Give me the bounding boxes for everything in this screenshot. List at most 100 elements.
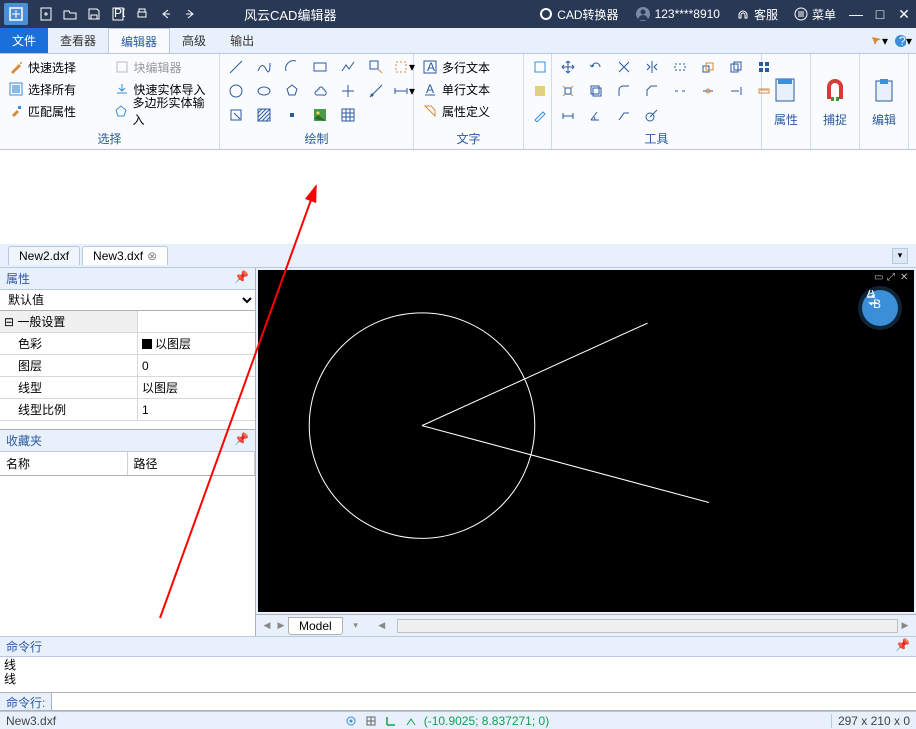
line-icon[interactable] xyxy=(224,56,248,78)
xline-icon[interactable] xyxy=(364,80,388,102)
doc-tab[interactable]: New2.dxf xyxy=(8,246,80,265)
offset-icon[interactable] xyxy=(584,80,608,102)
convert-fab-button[interactable]: AB xyxy=(862,290,898,326)
explode-icon[interactable] xyxy=(556,80,580,102)
select-all-button[interactable]: 选择所有 xyxy=(4,78,110,100)
layout-icon[interactable]: ▭ xyxy=(874,272,886,282)
text-edit-icon[interactable] xyxy=(528,104,552,126)
tab-prev-icon[interactable]: ◀ xyxy=(260,620,274,631)
prop-value[interactable]: 以图层 xyxy=(138,377,255,398)
print-icon[interactable] xyxy=(132,4,152,24)
status-grid-icon[interactable] xyxy=(364,714,378,728)
ellipse-icon[interactable] xyxy=(252,80,276,102)
tab-menu-icon[interactable]: ▾ xyxy=(349,620,363,631)
stext-button[interactable]: A单行文本 xyxy=(418,78,519,100)
chamfer-icon[interactable] xyxy=(640,80,664,102)
mtext-button[interactable]: A多行文本 xyxy=(418,56,519,78)
break-icon[interactable] xyxy=(668,80,692,102)
boundary-icon[interactable] xyxy=(224,104,248,126)
status-ortho-icon[interactable] xyxy=(384,714,398,728)
image-icon[interactable] xyxy=(308,104,332,126)
model-tab[interactable]: Model xyxy=(288,617,343,635)
save-icon[interactable] xyxy=(84,4,104,24)
trim-icon[interactable] xyxy=(612,56,636,78)
polygon-reg-icon[interactable] xyxy=(280,80,304,102)
favorites-list[interactable] xyxy=(0,476,255,636)
pin-icon[interactable]: 📌 xyxy=(895,638,910,655)
command-input[interactable] xyxy=(52,693,916,710)
menu-button[interactable]: 菜单 xyxy=(786,6,844,23)
command-history[interactable]: 线 线 xyxy=(0,657,916,693)
quick-select-button[interactable]: 快速选择 xyxy=(4,56,110,78)
customize-icon[interactable]: ▾ xyxy=(870,32,888,50)
tabs-dropdown[interactable]: ▾ xyxy=(892,248,908,264)
match-props-button[interactable]: 匹配属性 xyxy=(4,100,110,122)
circle-icon[interactable] xyxy=(224,80,248,102)
mirror-icon[interactable] xyxy=(640,56,664,78)
copy-icon[interactable] xyxy=(724,56,748,78)
move-icon[interactable] xyxy=(556,56,580,78)
scale-icon[interactable] xyxy=(696,56,720,78)
redo-icon[interactable] xyxy=(180,4,200,24)
drawing-canvas[interactable]: ▭ ⤢ ✕ AB xyxy=(258,270,914,612)
attdef-button[interactable]: 属性定义 xyxy=(418,100,519,122)
ray-icon[interactable] xyxy=(336,80,360,102)
undo-icon[interactable] xyxy=(156,4,176,24)
status-snap-icon[interactable] xyxy=(404,714,418,728)
help-icon[interactable]: ?▾ xyxy=(894,32,912,50)
hatch-icon[interactable] xyxy=(252,104,276,126)
new-icon[interactable] xyxy=(36,4,56,24)
status-layers-icon[interactable] xyxy=(344,714,358,728)
prop-value[interactable]: 以图层 xyxy=(138,333,255,354)
properties-panel-button[interactable]: 属性 xyxy=(762,54,811,149)
table-icon[interactable] xyxy=(336,104,360,126)
close-view-icon[interactable]: ✕ xyxy=(900,272,912,282)
dim-icon[interactable]: ▾ xyxy=(392,80,416,102)
revcloud-icon[interactable] xyxy=(308,80,332,102)
prop-value[interactable]: 0 xyxy=(138,355,255,376)
tab-viewer[interactable]: 查看器 xyxy=(48,28,108,53)
extend-icon[interactable] xyxy=(724,80,748,102)
dim-ang-icon[interactable] xyxy=(584,104,608,126)
scroll-right-icon[interactable]: ▶ xyxy=(898,620,912,631)
fav-col-path[interactable]: 路径 xyxy=(128,452,256,475)
maximize-button[interactable]: □ xyxy=(868,2,892,26)
pdf-icon[interactable]: PDF xyxy=(108,4,128,24)
fav-col-name[interactable]: 名称 xyxy=(0,452,128,475)
dim-linear-icon[interactable] xyxy=(556,104,580,126)
props-filter-combo[interactable]: 默认值 xyxy=(0,290,255,310)
edit-panel-button[interactable]: 编辑 xyxy=(860,54,909,149)
arc-icon[interactable] xyxy=(280,56,304,78)
point-icon[interactable] xyxy=(280,104,304,126)
tab-next-icon[interactable]: ▶ xyxy=(274,620,288,631)
dim-rad-icon[interactable] xyxy=(640,104,664,126)
make-block-icon[interactable]: ▾ xyxy=(392,56,416,78)
scroll-left-icon[interactable]: ◀ xyxy=(375,620,389,631)
close-tab-icon[interactable]: ⊗ xyxy=(147,249,157,263)
fillet-icon[interactable] xyxy=(612,80,636,102)
tab-output[interactable]: 输出 xyxy=(218,28,266,53)
rotate-icon[interactable] xyxy=(584,56,608,78)
spline-icon[interactable] xyxy=(252,56,276,78)
poly-entity-input-button[interactable]: 多边形实体输入 xyxy=(110,100,216,122)
hscrollbar[interactable] xyxy=(397,619,898,633)
close-button[interactable]: ✕ xyxy=(892,2,916,26)
open-icon[interactable] xyxy=(60,4,80,24)
join-icon[interactable] xyxy=(696,80,720,102)
user-button[interactable]: 123****8910 xyxy=(627,6,728,22)
rect-icon[interactable] xyxy=(308,56,332,78)
polyline-icon[interactable] xyxy=(336,56,360,78)
tab-file[interactable]: 文件 xyxy=(0,28,48,53)
support-button[interactable]: 客服 xyxy=(728,6,786,23)
minimize-button[interactable]: — xyxy=(844,2,868,26)
prop-value[interactable]: 1 xyxy=(138,399,255,420)
cad-converter-button[interactable]: CAD转换器 xyxy=(531,6,626,23)
tab-advanced[interactable]: 高级 xyxy=(170,28,218,53)
pin-icon[interactable]: 📌 xyxy=(234,432,249,449)
insert-block-icon[interactable] xyxy=(364,56,388,78)
text-height-icon[interactable] xyxy=(528,80,552,102)
maximize-view-icon[interactable]: ⤢ xyxy=(887,272,899,282)
leader-icon[interactable] xyxy=(612,104,636,126)
snap-panel-button[interactable]: 捕捉 xyxy=(811,54,860,149)
doc-tab[interactable]: New3.dxf⊗ xyxy=(82,246,168,265)
